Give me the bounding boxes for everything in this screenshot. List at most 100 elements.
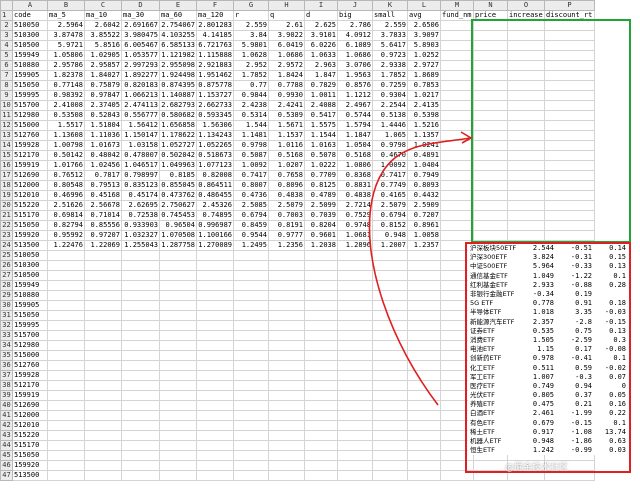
- cell[interactable]: [372, 420, 408, 431]
- cell[interactable]: 0.875778: [196, 80, 234, 91]
- cell[interactable]: 1.82378: [47, 70, 85, 81]
- cell[interactable]: [268, 270, 305, 281]
- cell[interactable]: 1.847: [304, 70, 338, 81]
- cell[interactable]: 2.474113: [121, 100, 160, 111]
- cell[interactable]: [233, 440, 269, 451]
- cell[interactable]: 2.6506: [407, 20, 441, 31]
- cell[interactable]: [440, 130, 474, 141]
- cell[interactable]: [407, 270, 441, 281]
- cell[interactable]: 1.22476: [47, 240, 85, 251]
- cell[interactable]: [47, 440, 85, 451]
- cell[interactable]: 2.61: [268, 20, 305, 31]
- cell[interactable]: 0.7003: [268, 210, 305, 221]
- cell[interactable]: [121, 430, 160, 441]
- cell[interactable]: 0.9930: [268, 90, 305, 101]
- cell[interactable]: 159928: [12, 370, 48, 381]
- row-number[interactable]: 12: [0, 120, 13, 131]
- cell[interactable]: 1.134243: [196, 130, 234, 141]
- cell[interactable]: 3.9022: [268, 30, 305, 41]
- column-letter[interactable]: C: [84, 0, 122, 11]
- cell[interactable]: 0.72538: [121, 210, 160, 221]
- cell[interactable]: 159995: [12, 320, 48, 331]
- cell[interactable]: 0.7949: [407, 170, 441, 181]
- cell[interactable]: [372, 440, 408, 451]
- cell[interactable]: 0.7829: [304, 80, 338, 91]
- cell[interactable]: 0.864511: [196, 180, 234, 191]
- cell[interactable]: 512690: [12, 400, 48, 411]
- cell[interactable]: 0.95992: [47, 230, 85, 241]
- cell[interactable]: [440, 110, 474, 121]
- cell[interactable]: 5.9801: [233, 40, 269, 51]
- cell[interactable]: 1.1357: [407, 130, 441, 141]
- cell[interactable]: [268, 440, 305, 451]
- cell[interactable]: [47, 260, 85, 271]
- cell[interactable]: 2.801283: [196, 20, 234, 31]
- cell[interactable]: 0.7817: [84, 170, 122, 181]
- cell[interactable]: [159, 380, 197, 391]
- cell[interactable]: 1.951462: [196, 70, 234, 81]
- cell[interactable]: 512760: [12, 130, 48, 141]
- cell[interactable]: [47, 430, 85, 441]
- cell[interactable]: [84, 470, 122, 481]
- cell[interactable]: [372, 470, 408, 481]
- cell[interactable]: 2.955098: [159, 60, 197, 71]
- cell[interactable]: 1.0011: [304, 90, 338, 101]
- cell[interactable]: [159, 360, 197, 371]
- cell[interactable]: 2.4238: [233, 100, 269, 111]
- cell[interactable]: [47, 320, 85, 331]
- cell[interactable]: [84, 410, 122, 421]
- cell[interactable]: [440, 100, 474, 111]
- cell[interactable]: [196, 470, 234, 481]
- cell[interactable]: 0.75879: [84, 80, 122, 91]
- row-number[interactable]: 41: [0, 410, 13, 421]
- cell[interactable]: 2.56678: [84, 200, 122, 211]
- cell[interactable]: 2.4135: [407, 100, 441, 111]
- row-number[interactable]: 43: [0, 430, 13, 441]
- cell[interactable]: 1.1481: [233, 130, 269, 141]
- cell[interactable]: 515700: [12, 330, 48, 341]
- cell[interactable]: 0.50142: [47, 150, 85, 161]
- cell[interactable]: [407, 420, 441, 431]
- cell[interactable]: 515220: [12, 430, 48, 441]
- cell[interactable]: 2.7214: [337, 200, 373, 211]
- cell[interactable]: [440, 80, 474, 91]
- cell[interactable]: [47, 420, 85, 431]
- cell[interactable]: 1.032327: [121, 230, 160, 241]
- row-number[interactable]: 21: [0, 210, 13, 221]
- cell[interactable]: 1.153727: [196, 90, 234, 101]
- cell[interactable]: [337, 350, 373, 361]
- cell[interactable]: [121, 280, 160, 291]
- cell[interactable]: 513500: [12, 240, 48, 251]
- cell[interactable]: [233, 280, 269, 291]
- cell[interactable]: 0.9601: [304, 230, 338, 241]
- cell[interactable]: 0.5314: [233, 110, 269, 121]
- cell[interactable]: [196, 410, 234, 421]
- cell[interactable]: 1.0222: [304, 160, 338, 171]
- cell[interactable]: 6.005467: [121, 40, 160, 51]
- cell[interactable]: 1.05806: [47, 50, 85, 61]
- cell[interactable]: 0.855045: [159, 180, 197, 191]
- cell[interactable]: [440, 120, 474, 131]
- cell[interactable]: 6.0419: [268, 40, 305, 51]
- cell[interactable]: [121, 450, 160, 461]
- cell[interactable]: 0.7749: [372, 180, 408, 191]
- column-letter[interactable]: M: [440, 0, 474, 11]
- cell[interactable]: 2.559: [372, 20, 408, 31]
- cell[interactable]: 2.4088: [304, 100, 338, 111]
- cell[interactable]: 1.270089: [196, 240, 234, 251]
- cell[interactable]: [372, 370, 408, 381]
- cell[interactable]: 2.4967: [337, 100, 373, 111]
- cell[interactable]: 1.9563: [337, 70, 373, 81]
- cell[interactable]: [47, 390, 85, 401]
- cell[interactable]: 1.1212: [337, 90, 373, 101]
- cell[interactable]: [121, 250, 160, 261]
- cell[interactable]: 0.8185: [159, 170, 197, 181]
- cell[interactable]: 2.786: [337, 20, 373, 31]
- cell[interactable]: 0.5168: [268, 150, 305, 161]
- cell[interactable]: 0.82794: [47, 220, 85, 231]
- cell[interactable]: 1.121982: [159, 50, 197, 61]
- cell[interactable]: [268, 460, 305, 471]
- cell[interactable]: [121, 260, 160, 271]
- cell[interactable]: 512760: [12, 360, 48, 371]
- cell[interactable]: [233, 250, 269, 261]
